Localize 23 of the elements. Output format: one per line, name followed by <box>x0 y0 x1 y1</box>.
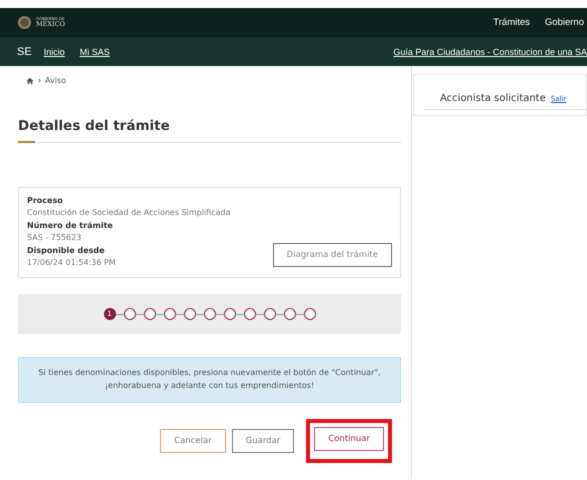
info-notice: Si tienes denominaciones disponibles, presiona nuevamente el botón de "Continuar", ¡enhorabuena y adelante con tus emprendimientos! <box>18 357 401 403</box>
diagram-button[interactable]: Diagrama del trámite <box>272 243 392 267</box>
cancel-button[interactable]: Cancelar <box>160 428 226 453</box>
detail-value: 17/06/24 01:54:36 PM <box>27 258 117 267</box>
chevron-icon <box>38 78 41 83</box>
detail-label: Número de trámite <box>27 221 114 230</box>
nav-link[interactable]: Gobierno <box>544 17 584 28</box>
nav-link[interactable]: Trámites <box>493 17 530 28</box>
page-title: Detalles del trámite <box>18 118 171 134</box>
nav-link[interactable]: Mi SAS <box>80 46 110 56</box>
detail-label: Disponible desde <box>27 246 106 255</box>
user-role: Accionista solicitante <box>440 93 546 104</box>
guide-link[interactable]: Guía Para Ciudadanos - Constitucion de una SA <box>393 46 587 56</box>
nav-link[interactable]: Inicio <box>44 46 65 56</box>
emblem-icon <box>17 15 32 30</box>
home-icon[interactable] <box>26 76 34 84</box>
continue-button[interactable]: Continuar <box>306 418 392 463</box>
save-button[interactable]: Guardar <box>232 428 294 453</box>
brand-text: SE <box>17 46 32 58</box>
detail-value: Constitución de Sociedad de Acciones Simplificada <box>27 208 231 217</box>
detail-value: SAS - 755623 <box>27 233 82 242</box>
breadcrumb-item: Aviso <box>45 76 66 85</box>
detail-label: Proceso <box>27 196 64 205</box>
